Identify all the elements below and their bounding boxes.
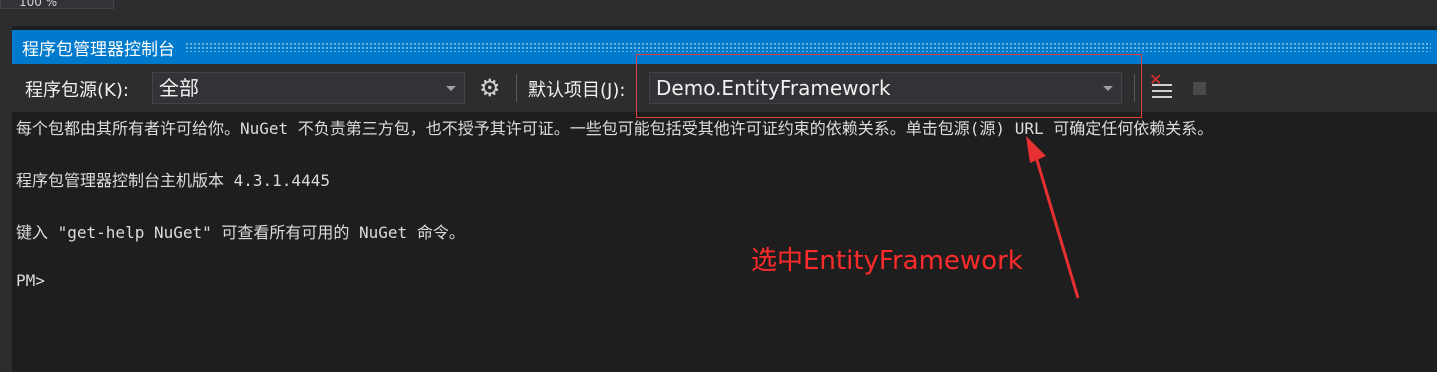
- annotation-text: 选中EntityFramework: [751, 246, 1023, 276]
- annotation-arrow: [1026, 136, 1080, 299]
